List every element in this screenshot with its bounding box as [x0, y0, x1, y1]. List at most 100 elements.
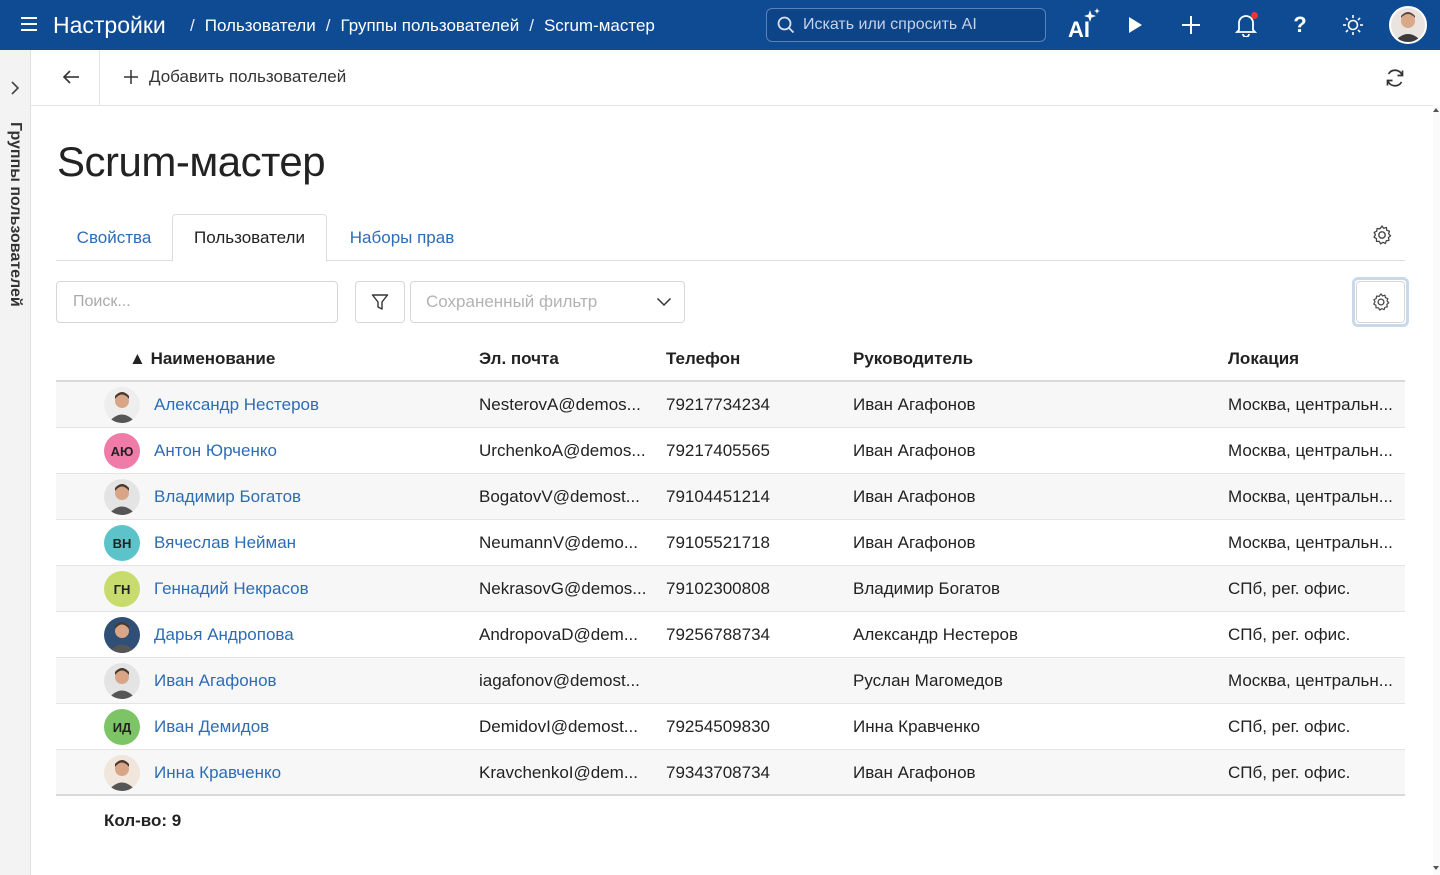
- top-bar: Настройки / Пользователи / Группы пользо…: [0, 0, 1440, 50]
- user-name-link[interactable]: Вячеслав Нейман: [154, 533, 296, 553]
- user-photo-icon: [108, 622, 136, 653]
- breadcrumb-users[interactable]: Пользователи: [205, 16, 316, 36]
- user-manager: Иван Агафонов: [853, 487, 976, 506]
- table-row[interactable]: Владимир Богатов BogatovV@demost... 791044…: [56, 474, 1405, 520]
- avatar: [104, 755, 140, 791]
- table-header: ▲ Наименование Эл. почта Телефон Руковод…: [56, 336, 1405, 382]
- chevron-right-icon[interactable]: [9, 80, 21, 96]
- user-avatar[interactable]: [1389, 6, 1427, 44]
- global-search-input[interactable]: [803, 16, 1033, 34]
- column-settings-inner: [1356, 281, 1405, 323]
- user-location: СПб, рег. офис.: [1228, 579, 1351, 598]
- column-header-location[interactable]: Локация: [1228, 349, 1398, 369]
- user-phone: 79256788734: [666, 625, 771, 644]
- user-manager: Владимир Богатов: [853, 579, 1001, 598]
- user-photo-icon: [108, 760, 136, 791]
- breadcrumb: / Пользователи / Группы пользователей / …: [190, 16, 655, 36]
- global-search[interactable]: [766, 8, 1046, 42]
- gear-icon[interactable]: [1371, 224, 1393, 246]
- tab-users[interactable]: Пользователи: [172, 214, 327, 262]
- menu-icon[interactable]: [21, 17, 37, 31]
- avatar: [104, 479, 140, 515]
- filter-button[interactable]: [355, 281, 405, 323]
- table-row[interactable]: Иван Агафонов iagafonov@demost... Руслан М…: [56, 658, 1405, 704]
- avatar-initials: ИД: [112, 719, 132, 735]
- back-arrow-icon[interactable]: [61, 67, 81, 87]
- avatar: ГН: [104, 571, 140, 607]
- saved-filter-select[interactable]: Сохраненный фильтр: [410, 281, 685, 323]
- saved-filter-placeholder: Сохраненный фильтр: [426, 292, 598, 311]
- user-manager: Иван Агафонов: [853, 395, 976, 414]
- column-header-email[interactable]: Эл. почта: [479, 349, 649, 369]
- avatar-initials: ГН: [113, 581, 131, 597]
- user-name-link[interactable]: Владимир Богатов: [154, 487, 301, 507]
- sun-icon: [1343, 15, 1363, 35]
- theme-toggle[interactable]: [1340, 12, 1366, 38]
- sort-asc-icon: ▲: [129, 349, 146, 368]
- user-photo-icon: [1394, 12, 1422, 42]
- user-phone: 79104451214: [666, 487, 771, 506]
- column-header-phone[interactable]: Телефон: [666, 349, 740, 369]
- user-phone: 79343708734: [666, 763, 771, 782]
- table-row[interactable]: АЮ Антон Юрченко UrchenkoA@demos... 7921740…: [56, 428, 1405, 474]
- avatar: ИД: [104, 709, 140, 745]
- scroll-up-icon[interactable]: [1433, 108, 1439, 112]
- breadcrumb-current: Scrum-мастер: [543, 16, 655, 35]
- tab-permission-sets[interactable]: Наборы прав: [327, 214, 477, 261]
- user-location: Москва, центральн...: [1228, 533, 1393, 552]
- user-name-link[interactable]: Иван Агафонов: [154, 671, 277, 691]
- table-row[interactable]: ГН Геннадий Некрасов NekrasovG@demos... 791…: [56, 566, 1405, 612]
- app-title[interactable]: Настройки: [53, 12, 166, 39]
- user-location: Москва, центральн...: [1228, 395, 1393, 414]
- user-location: СПб, рег. офис.: [1228, 625, 1351, 644]
- tab-properties[interactable]: Свойства: [56, 214, 172, 261]
- user-photo-icon: [108, 668, 136, 699]
- user-phone: 79217734234: [666, 395, 771, 414]
- user-name-link[interactable]: Иван Демидов: [154, 717, 269, 737]
- table-row[interactable]: Дарья Андропова AndropovaD@dem... 79256788…: [56, 612, 1405, 658]
- user-location: Москва, центральн...: [1228, 487, 1393, 506]
- column-settings-button[interactable]: [1352, 277, 1409, 327]
- breadcrumb-separator: /: [529, 16, 534, 35]
- table-row[interactable]: ИД Иван Демидов DemidovI@demost... 79254509…: [56, 704, 1405, 750]
- user-name-link[interactable]: Александр Нестеров: [154, 395, 319, 415]
- table-row[interactable]: ВН Вячеслав Нейман NeumannV@demo... 7910552…: [56, 520, 1405, 566]
- column-header-manager[interactable]: Руководитель: [853, 349, 973, 369]
- column-header-name[interactable]: ▲ Наименование: [129, 349, 275, 369]
- notifications-button[interactable]: [1233, 12, 1259, 38]
- help-button[interactable]: ?: [1287, 12, 1313, 38]
- user-photo-icon: [108, 392, 136, 423]
- left-panel-label[interactable]: Группы пользователей: [6, 122, 24, 307]
- table-search-input[interactable]: [56, 281, 338, 323]
- scroll-down-icon[interactable]: [1433, 866, 1439, 870]
- user-name-link[interactable]: Антон Юрченко: [154, 441, 277, 461]
- user-phone: 79217405565: [666, 441, 771, 460]
- user-email: NesterovA@demos...: [479, 395, 641, 414]
- chevron-down-icon: [656, 297, 672, 307]
- ai-assistant-button[interactable]: AI: [1066, 6, 1102, 42]
- table-row[interactable]: Инна Кравченко KravchenkoI@dem... 79343708…: [56, 750, 1405, 796]
- plus-icon: [124, 70, 138, 84]
- add-users-button[interactable]: Добавить пользователей: [123, 67, 346, 87]
- table-row[interactable]: Александр Нестеров NesterovA@demos... 7921…: [56, 382, 1405, 428]
- user-location: Москва, центральн...: [1228, 441, 1393, 460]
- play-button[interactable]: [1122, 12, 1148, 38]
- add-users-label: Добавить пользователей: [149, 67, 347, 86]
- user-name-link[interactable]: Инна Кравченко: [154, 763, 281, 783]
- row-count: Кол-во: 9: [104, 811, 182, 830]
- notification-badge: [1251, 12, 1258, 19]
- breadcrumb-user-groups[interactable]: Группы пользователей: [340, 16, 519, 36]
- ai-sparkle-icon: AI: [1068, 8, 1100, 42]
- main-content: Добавить пользователей Scrum-мастер Свой…: [31, 50, 1440, 875]
- svg-text:AI: AI: [1068, 17, 1090, 42]
- left-collapsed-panel: Группы пользователей: [0, 50, 31, 875]
- toolbar: Добавить пользователей: [31, 50, 1433, 106]
- refresh-icon[interactable]: [1384, 67, 1406, 89]
- user-name-link[interactable]: Геннадий Некрасов: [154, 579, 309, 599]
- user-manager: Иван Агафонов: [853, 533, 976, 552]
- user-location: СПб, рег. офис.: [1228, 717, 1351, 736]
- user-name-link[interactable]: Дарья Андропова: [154, 625, 294, 645]
- user-location: Москва, центральн...: [1228, 671, 1393, 690]
- scrollbar[interactable]: [1433, 106, 1440, 875]
- create-button[interactable]: [1178, 12, 1204, 38]
